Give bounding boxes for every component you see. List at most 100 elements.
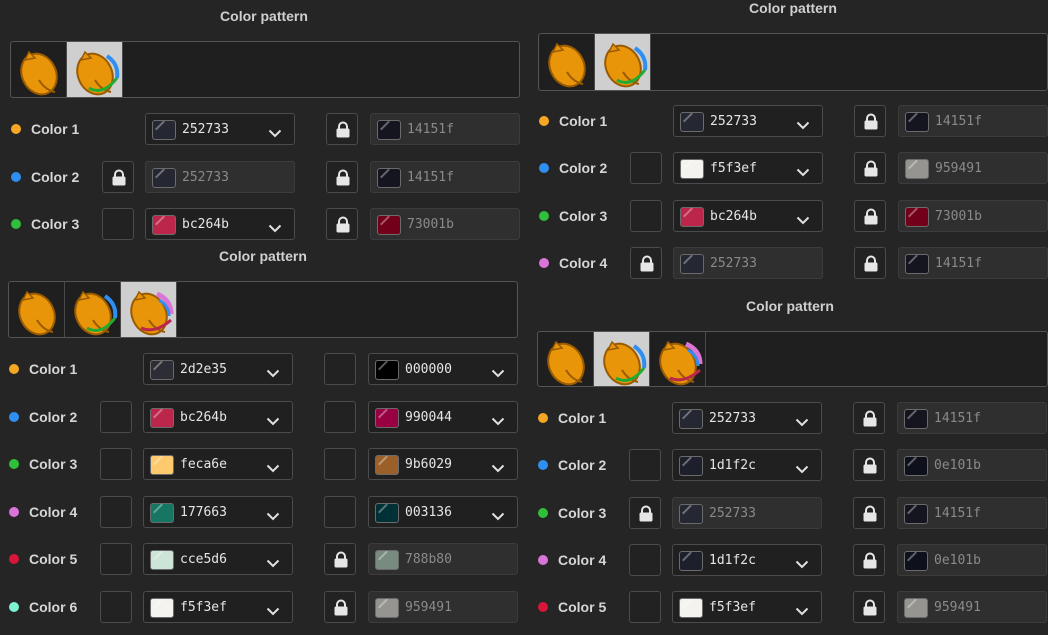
pattern-option-2[interactable] [594, 332, 650, 386]
shade-hex-dropdown[interactable]: 003136 [368, 496, 518, 528]
color-lock-toggle[interactable] [102, 208, 134, 240]
shade-lock-toggle[interactable] [853, 497, 885, 529]
color-hex-dropdown[interactable]: feca6e [143, 448, 293, 480]
shade-lock-toggle[interactable] [853, 544, 885, 576]
pattern-selector [538, 33, 1048, 91]
shade-swatch [377, 120, 401, 140]
color-hex-dropdown[interactable]: bc264b [673, 200, 823, 232]
shade-lock-toggle[interactable] [324, 543, 356, 575]
color-hex-dropdown[interactable]: 2d2e35 [143, 353, 293, 385]
color-dot-icon [538, 508, 548, 518]
shade-hex-dropdown[interactable]: 9b6029 [368, 448, 518, 480]
shade-lock-toggle[interactable] [326, 161, 358, 193]
color-hex-dropdown[interactable]: 252733 [673, 105, 823, 137]
shade-hex-dropdown: 14151f [898, 105, 1048, 137]
color-swatch [679, 504, 703, 524]
shade-hex-dropdown[interactable]: 000000 [368, 353, 518, 385]
shade-hex-dropdown[interactable]: 990044 [368, 401, 518, 433]
chevron-down-icon [268, 220, 282, 238]
pattern-option-1[interactable] [9, 282, 65, 337]
pattern-option-2[interactable] [65, 282, 121, 337]
color-lock-toggle[interactable] [630, 200, 662, 232]
shade-hex-dropdown: 959491 [368, 591, 518, 623]
pattern-option-2[interactable] [595, 34, 651, 90]
shade-lock-toggle[interactable] [854, 105, 886, 137]
pattern-option-1[interactable] [538, 332, 594, 386]
color-hex-dropdown[interactable]: 252733 [145, 113, 295, 145]
shade-hex-dropdown: 73001b [370, 208, 520, 240]
color-hex-dropdown[interactable]: cce5d6 [143, 543, 293, 575]
chevron-down-icon [268, 125, 282, 143]
color-label: Color 1 [31, 121, 80, 137]
color-lock-toggle[interactable] [100, 496, 132, 528]
shade-lock-toggle[interactable] [324, 353, 356, 385]
shade-swatch [904, 504, 928, 524]
color-hex-dropdown: 252733 [673, 247, 823, 279]
shade-lock-toggle[interactable] [324, 496, 356, 528]
shade-lock-toggle[interactable] [854, 247, 886, 279]
shade-hex-value: 788b80 [405, 552, 452, 567]
color-hex-dropdown[interactable]: 177663 [143, 496, 293, 528]
color-lock-toggle[interactable] [630, 247, 662, 279]
shade-lock-toggle[interactable] [853, 449, 885, 481]
shade-hex-dropdown: 788b80 [368, 543, 518, 575]
lock-icon [862, 552, 878, 574]
color-dot-icon [11, 219, 21, 229]
shade-hex-value: 14151f [935, 114, 982, 129]
shade-swatch [904, 409, 928, 429]
color-lock-toggle[interactable] [629, 497, 661, 529]
shade-lock-toggle[interactable] [324, 448, 356, 480]
color-label: Color 3 [558, 505, 607, 521]
color-dot-icon [9, 364, 19, 374]
color-hex-dropdown[interactable]: f5f3ef [672, 591, 822, 623]
shade-swatch [905, 254, 929, 274]
lock-icon [862, 599, 878, 621]
shade-lock-toggle[interactable] [853, 591, 885, 623]
color-swatch [680, 254, 704, 274]
pattern-option-1[interactable] [11, 42, 67, 97]
color-lock-toggle[interactable] [629, 591, 661, 623]
color-dot-icon [538, 413, 548, 423]
pattern-option-3[interactable] [121, 282, 177, 337]
color-lock-toggle[interactable] [102, 161, 134, 193]
color-hex-dropdown[interactable]: 252733 [672, 402, 822, 434]
shade-lock-toggle[interactable] [854, 152, 886, 184]
pattern-selector [10, 41, 520, 98]
color-hex-dropdown[interactable]: f5f3ef [673, 152, 823, 184]
lock-icon [639, 255, 655, 277]
lock-icon [862, 505, 878, 527]
color-hex-dropdown[interactable]: f5f3ef [143, 591, 293, 623]
shade-lock-toggle[interactable] [324, 591, 356, 623]
shade-lock-toggle[interactable] [326, 113, 358, 145]
color-hex-dropdown[interactable]: 1d1f2c [672, 544, 822, 576]
color-lock-toggle[interactable] [100, 401, 132, 433]
color-label: Color 6 [29, 599, 78, 615]
pattern-option-1[interactable] [539, 34, 595, 90]
shade-hex-value: 14151f [935, 256, 982, 271]
shade-swatch [375, 550, 399, 570]
lock-icon [333, 551, 349, 573]
color-hex-value: bc264b [180, 410, 227, 425]
shade-swatch [375, 503, 399, 523]
shade-lock-toggle[interactable] [853, 402, 885, 434]
color-hex-dropdown[interactable]: bc264b [143, 401, 293, 433]
color-lock-toggle[interactable] [630, 152, 662, 184]
color-hex-dropdown[interactable]: 1d1f2c [672, 449, 822, 481]
shade-lock-toggle[interactable] [324, 401, 356, 433]
shade-lock-toggle[interactable] [326, 208, 358, 240]
pattern-option-3[interactable] [650, 332, 706, 386]
shade-swatch [905, 112, 929, 132]
color-lock-toggle[interactable] [100, 543, 132, 575]
color-hex-dropdown[interactable]: bc264b [145, 208, 295, 240]
lock-icon [111, 169, 127, 191]
color-lock-toggle[interactable] [629, 449, 661, 481]
color-label: Color 1 [558, 410, 607, 426]
shade-lock-toggle[interactable] [854, 200, 886, 232]
color-lock-toggle[interactable] [100, 591, 132, 623]
color-lock-toggle[interactable] [100, 448, 132, 480]
color-lock-toggle[interactable] [629, 544, 661, 576]
color-dot-icon [9, 412, 19, 422]
pattern-option-2[interactable] [67, 42, 123, 97]
shade-hex-value: 0e101b [934, 458, 981, 473]
color-dot-icon [11, 172, 21, 182]
